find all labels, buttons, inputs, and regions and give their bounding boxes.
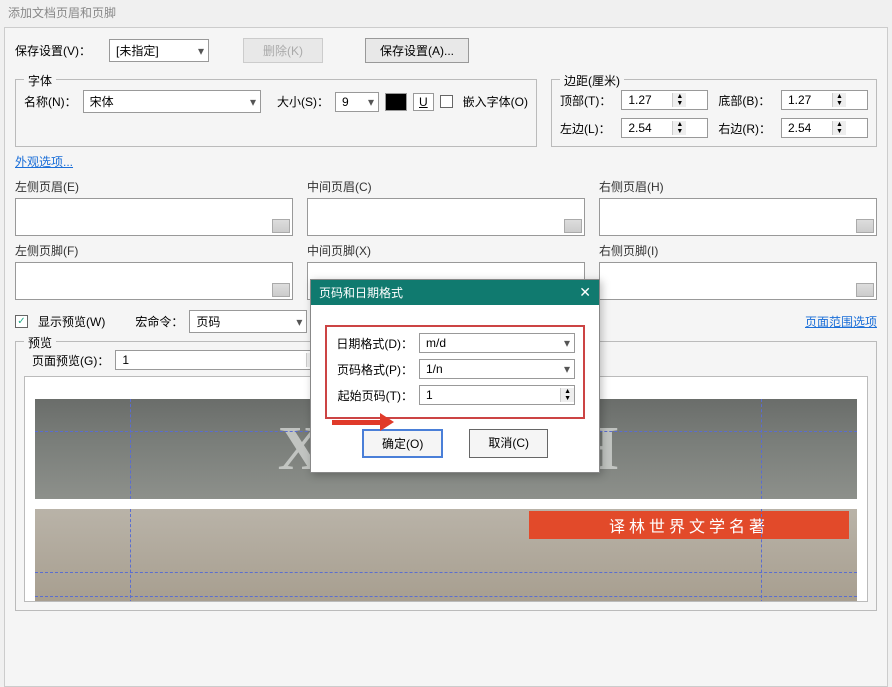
font-size-dropdown[interactable]: 9 <box>335 92 379 112</box>
down-arrow-icon[interactable]: ▼ <box>833 100 846 107</box>
center-footer-label: 中间页脚(X) <box>307 242 585 259</box>
margin-top-input[interactable] <box>622 91 672 109</box>
window-title: 添加文档页眉和页脚 <box>8 6 116 20</box>
font-name-dropdown[interactable]: 宋体 <box>83 90 261 113</box>
down-arrow-icon[interactable]: ▼ <box>833 128 846 135</box>
start-page-spinner[interactable]: ▲▼ <box>419 385 575 405</box>
embed-font-label: 嵌入字体(O) <box>463 93 528 110</box>
down-arrow-icon[interactable]: ▼ <box>561 395 574 402</box>
margin-top-spinner[interactable]: ▲▼ <box>621 90 708 110</box>
page-format-dropdown[interactable]: 1/n <box>419 359 575 379</box>
right-header-label: 右侧页眉(H) <box>599 178 877 195</box>
macro-label: 宏命令： <box>135 313 183 330</box>
cancel-button[interactable]: 取消(C) <box>469 429 548 458</box>
save-settings-row: 保存设置(V)： [未指定] 删除(K) 保存设置(A)... <box>15 38 877 63</box>
save-settings-label: 保存设置(V)： <box>15 42 91 59</box>
font-color-picker[interactable] <box>385 93 407 111</box>
preview-legend: 预览 <box>24 334 56 351</box>
margin-bottom-input[interactable] <box>782 91 832 109</box>
start-page-input[interactable] <box>420 386 560 404</box>
up-arrow-icon[interactable]: ▲ <box>561 388 574 395</box>
page-range-options-link[interactable]: 页面范围选项 <box>805 313 877 330</box>
embed-font-checkbox[interactable] <box>440 95 453 108</box>
underline-button[interactable]: U <box>413 93 434 111</box>
window-title-bar: 添加文档页眉和页脚 <box>0 0 892 25</box>
appearance-options-link[interactable]: 外观选项... <box>15 153 73 170</box>
center-header-label: 中间页眉(C) <box>307 178 585 195</box>
right-footer-label: 右侧页脚(I) <box>599 242 877 259</box>
up-arrow-icon[interactable]: ▲ <box>673 93 686 100</box>
right-header-textarea[interactable] <box>599 198 877 236</box>
highlight-box: 日期格式(D)： m/d 页码格式(P)： 1/n 起始页码(T)： ▲▼ <box>325 325 585 419</box>
margin-left-input[interactable] <box>622 119 672 137</box>
preview-image-bottom: 译林世界文学名著 <box>35 509 857 602</box>
margin-right-label: 右边(R)： <box>718 120 771 137</box>
left-header-label: 左侧页眉(E) <box>15 178 293 195</box>
date-format-dropdown[interactable]: m/d <box>419 333 575 353</box>
margin-right-spinner[interactable]: ▲▼ <box>781 118 868 138</box>
close-icon[interactable]: ✕ <box>579 284 591 301</box>
margin-top-label: 顶部(T)： <box>560 92 611 109</box>
left-footer-label: 左侧页脚(F) <box>15 242 293 259</box>
left-footer-textarea[interactable] <box>15 262 293 300</box>
up-arrow-icon[interactable]: ▲ <box>833 121 846 128</box>
font-name-label: 名称(N)： <box>24 93 77 110</box>
save-settings-button[interactable]: 保存设置(A)... <box>365 38 469 63</box>
font-size-label: 大小(S)： <box>277 93 329 110</box>
page-preview-label: 页面预览(G)： <box>32 352 109 369</box>
margin-bottom-spinner[interactable]: ▲▼ <box>781 90 868 110</box>
annotation-arrow <box>332 420 384 425</box>
down-arrow-icon[interactable]: ▼ <box>673 128 686 135</box>
font-fieldset: 字体 名称(N)： 宋体 大小(S)： 9 U 嵌入字体(O) <box>15 79 537 147</box>
right-footer-textarea[interactable] <box>599 262 877 300</box>
up-arrow-icon[interactable]: ▲ <box>673 121 686 128</box>
banner-text: 译林世界文学名著 <box>529 511 849 539</box>
show-preview-label: 显示预览(W) <box>38 313 105 330</box>
up-arrow-icon[interactable]: ▲ <box>833 93 846 100</box>
page-format-label: 页码格式(P)： <box>335 361 413 378</box>
show-preview-checkbox[interactable] <box>15 315 28 328</box>
margin-right-input[interactable] <box>782 119 832 137</box>
left-header-textarea[interactable] <box>15 198 293 236</box>
save-settings-dropdown[interactable]: [未指定] <box>109 39 209 62</box>
margin-left-spinner[interactable]: ▲▼ <box>621 118 708 138</box>
page-preview-input[interactable] <box>116 351 306 369</box>
header-row: 左侧页眉(E) 中间页眉(C) 右侧页眉(H) <box>15 178 877 236</box>
center-header-textarea[interactable] <box>307 198 585 236</box>
ok-button[interactable]: 确定(O) <box>362 429 443 458</box>
page-preview-spinner[interactable]: ▲▼ <box>115 350 325 370</box>
margin-bottom-label: 底部(B)： <box>718 92 771 109</box>
start-page-label: 起始页码(T)： <box>335 387 413 404</box>
margin-left-label: 左边(L)： <box>560 120 611 137</box>
down-arrow-icon[interactable]: ▼ <box>673 100 686 107</box>
margin-fieldset: 边距(厘米) 顶部(T)： ▲▼ 底部(B)： ▲▼ 左边(L)： <box>551 79 877 147</box>
dialog-title: 页码和日期格式 <box>319 284 403 301</box>
font-legend: 字体 <box>24 72 56 89</box>
date-format-label: 日期格式(D)： <box>335 335 413 352</box>
margin-legend: 边距(厘米) <box>560 72 624 89</box>
page-date-format-dialog: 页码和日期格式 ✕ 日期格式(D)： m/d 页码格式(P)： 1/n 起始页码… <box>310 279 600 473</box>
macro-dropdown[interactable]: 页码 <box>189 310 307 333</box>
delete-button: 删除(K) <box>243 38 323 63</box>
dialog-title-bar: 页码和日期格式 ✕ <box>311 280 599 305</box>
